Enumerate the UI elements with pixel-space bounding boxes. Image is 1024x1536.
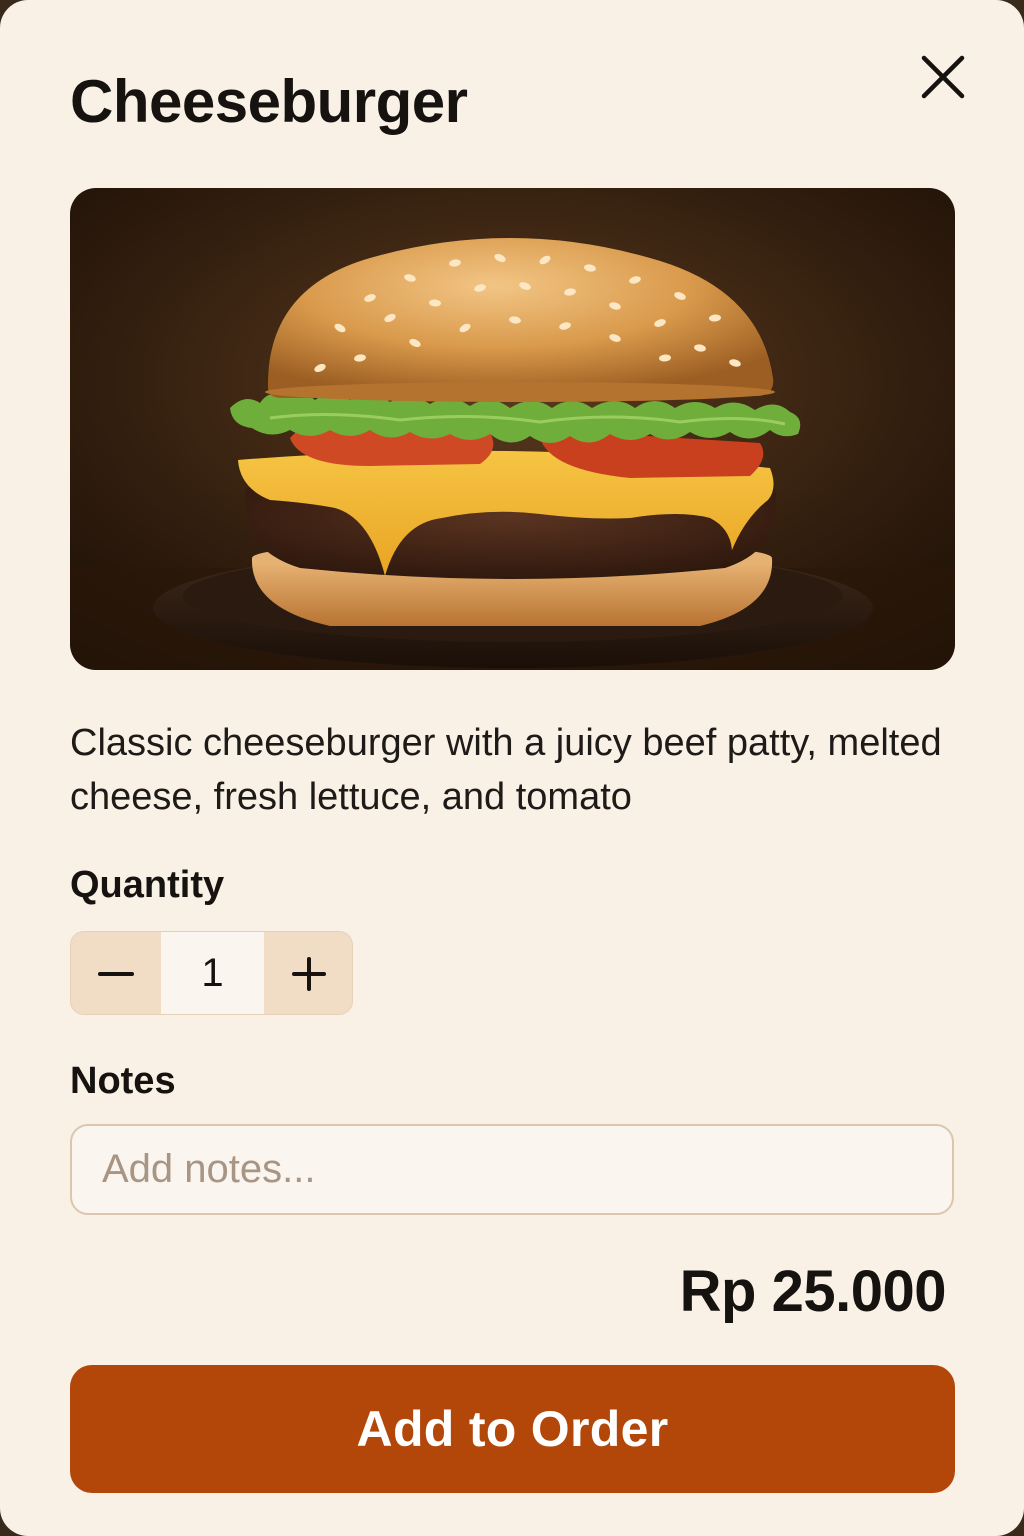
close-icon [921, 55, 965, 99]
notes-label: Notes [70, 1060, 176, 1102]
item-image [70, 188, 955, 670]
quantity-stepper: 1 [70, 931, 353, 1015]
item-price: Rp 25.000 [679, 1259, 947, 1324]
close-button[interactable] [916, 50, 970, 104]
minus-icon [98, 972, 134, 976]
add-to-order-button[interactable]: Add to Order [70, 1365, 955, 1493]
item-description: Classic cheeseburger with a juicy beef p… [70, 722, 942, 818]
item-title: Cheeseburger [70, 68, 468, 135]
increment-button[interactable] [264, 932, 352, 1014]
plus-icon [292, 957, 326, 991]
notes-input[interactable] [70, 1124, 954, 1215]
quantity-label: Quantity [70, 864, 225, 906]
quantity-value: 1 [161, 932, 264, 1014]
item-detail-modal: Cheeseburger Classic cheeseburger with a… [0, 0, 1024, 1536]
decrement-button[interactable] [71, 932, 161, 1014]
